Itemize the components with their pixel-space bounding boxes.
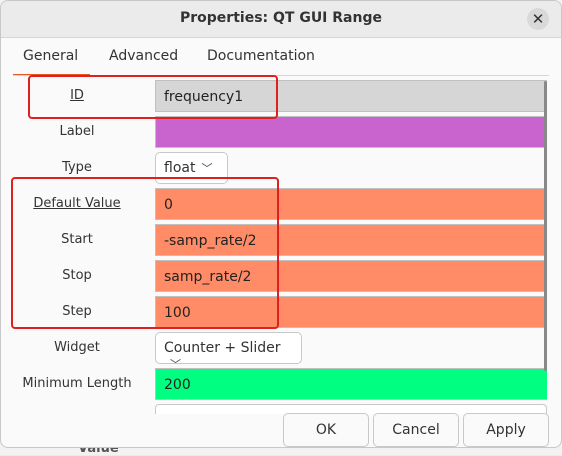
label-field[interactable] — [155, 116, 547, 148]
ok-button[interactable]: OK — [283, 413, 369, 447]
title-bar: Properties: QT GUI Range ✕ — [1, 1, 561, 38]
chevron-down-icon: ﹀ — [201, 162, 213, 175]
minimum-length-label: Minimum Length — [22, 376, 132, 391]
dialog-title: Properties: QT GUI Range — [180, 10, 382, 26]
id-highlight-box — [28, 75, 278, 119]
button-bar: OK Cancel Apply — [1, 413, 561, 447]
widget-dropdown[interactable]: Counter + Slider﹀ — [155, 332, 302, 371]
apply-button[interactable]: Apply — [463, 413, 549, 447]
tab-advanced[interactable]: Advanced — [109, 48, 178, 72]
form-scrollbar[interactable] — [544, 81, 547, 371]
cancel-button[interactable]: Cancel — [373, 413, 459, 447]
minimum-length-field[interactable]: 200 — [155, 368, 547, 400]
widget-value: Counter + Slider — [164, 340, 281, 356]
tab-bar: General Advanced Documentation — [1, 38, 561, 76]
range-highlight-box — [11, 177, 279, 329]
close-icon[interactable]: ✕ — [527, 8, 549, 30]
tab-documentation[interactable]: Documentation — [207, 48, 315, 72]
properties-dialog: Properties: QT GUI Range ✕ General Advan… — [0, 0, 562, 448]
label-label: Label — [59, 124, 95, 139]
widget-label: Widget — [54, 340, 100, 355]
type-value: float — [164, 160, 196, 176]
type-label: Type — [62, 160, 92, 175]
tab-general[interactable]: General — [12, 48, 91, 76]
